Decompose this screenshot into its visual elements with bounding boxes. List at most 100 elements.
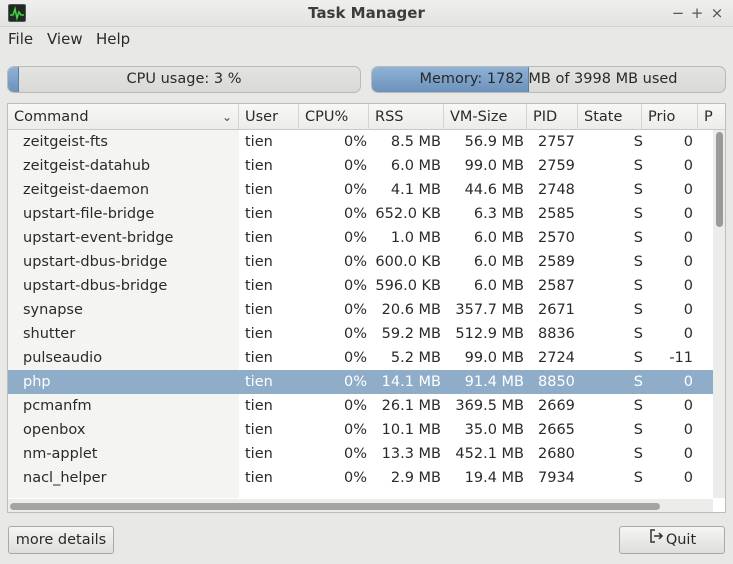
cell-cpu: 0%: [343, 470, 367, 486]
cell-rss: 1.0 MB: [390, 230, 441, 246]
cell-pid: 8836: [538, 326, 575, 342]
table-row[interactable]: pcmanfm tien 0% 26.1 MB 369.5 MB 2669 S 0: [8, 394, 713, 418]
minimize-button[interactable]: −: [668, 3, 688, 23]
cell-rss: 20.6 MB: [381, 302, 441, 318]
horizontal-scroll-thumb[interactable]: [10, 503, 660, 510]
cell-state: S: [633, 230, 643, 246]
cell-cpu: 0%: [343, 278, 367, 294]
quit-label: Quit: [665, 532, 697, 548]
cell-cpu: 0%: [343, 302, 367, 318]
cell-state: S: [633, 398, 643, 414]
cell-rss: 14.1 MB: [381, 374, 441, 390]
more-details-button[interactable]: more details: [8, 526, 114, 554]
cell-user: tien: [245, 206, 273, 222]
cell-command: shutter: [23, 326, 76, 342]
cell-vm: 91.4 MB: [464, 374, 524, 390]
sort-descending-icon: ⌄: [221, 110, 232, 124]
cell-command: nacl_helper: [23, 470, 107, 486]
table-row[interactable]: upstart-dbus-bridge tien 0% 596.0 KB 6.0 MB 2…: [8, 274, 713, 298]
cell-command: php: [23, 374, 51, 390]
cell-command: zeitgeist-datahub: [23, 158, 151, 174]
table-row[interactable]: upstart-event-bridge tien 0% 1.0 MB 6.0 MB 25…: [8, 226, 713, 250]
column-header-prio[interactable]: Prio: [642, 104, 698, 130]
cell-state: S: [633, 158, 643, 174]
cell-cpu: 0%: [343, 398, 367, 414]
cell-pid: 2570: [538, 230, 575, 246]
cell-user: tien: [245, 422, 273, 438]
column-header-vm-size[interactable]: VM-Size: [444, 104, 527, 130]
cell-state: S: [633, 134, 643, 150]
cell-prio: 0: [683, 470, 693, 486]
menu-file[interactable]: File: [8, 30, 33, 48]
column-header-rss[interactable]: RSS: [369, 104, 444, 130]
table-row-partial[interactable]: [8, 490, 713, 498]
cell-state: S: [633, 422, 643, 438]
column-header-cpu[interactable]: CPU%: [299, 104, 369, 130]
table-row[interactable]: nm-applet tien 0% 13.3 MB 452.1 MB 2680 S 0: [8, 442, 713, 466]
cell-vm: 452.1 MB: [455, 446, 524, 462]
cell-vm: 19.4 MB: [464, 470, 524, 486]
vertical-scrollbar[interactable]: [713, 130, 725, 498]
table-row[interactable]: nacl_helper tien 0% 2.9 MB 19.4 MB 7934 S 0: [8, 466, 713, 490]
cell-command: synapse: [23, 302, 83, 318]
cell-prio: 0: [683, 206, 693, 222]
table-row[interactable]: shutter tien 0% 59.2 MB 512.9 MB 8836 S 0: [8, 322, 713, 346]
column-header-command[interactable]: Command ⌄: [8, 104, 239, 130]
cell-cpu: 0%: [343, 134, 367, 150]
table-row[interactable]: synapse tien 0% 20.6 MB 357.7 MB 2671 S 0: [8, 298, 713, 322]
quit-icon: [648, 527, 664, 553]
column-header-truncated[interactable]: P: [698, 104, 713, 130]
column-header-state[interactable]: State: [578, 104, 642, 130]
cell-rss: 4.1 MB: [390, 182, 441, 198]
cell-rss: 2.9 MB: [390, 470, 441, 486]
column-header-label: Command: [14, 109, 89, 125]
cell-cpu: 0%: [343, 350, 367, 366]
cell-user: tien: [245, 254, 273, 270]
cell-user: tien: [245, 350, 273, 366]
cell-vm: 6.3 MB: [473, 206, 524, 222]
cell-rss: 596.0 KB: [375, 278, 441, 294]
cell-cpu: 0%: [343, 446, 367, 462]
menu-help[interactable]: Help: [96, 30, 130, 48]
close-button[interactable]: ×: [707, 3, 727, 23]
table-row[interactable]: zeitgeist-daemon tien 0% 4.1 MB 44.6 MB 2748 S…: [8, 178, 713, 202]
menu-bar: File View Help: [0, 27, 733, 51]
cell-user: tien: [245, 158, 273, 174]
vertical-scroll-thumb[interactable]: [716, 132, 723, 227]
cell-prio: 0: [683, 446, 693, 462]
table-row[interactable]: php tien 0% 14.1 MB 91.4 MB 8850 S 0: [8, 370, 713, 394]
cell-vm: 357.7 MB: [455, 302, 524, 318]
cell-vm: 6.0 MB: [473, 254, 524, 270]
cell-cpu: 0%: [343, 254, 367, 270]
cpu-usage-bar: CPU usage: 3 %: [7, 66, 361, 93]
cell-command: upstart-event-bridge: [23, 230, 174, 246]
cell-vm: 99.0 MB: [464, 158, 524, 174]
horizontal-scrollbar[interactable]: [8, 499, 713, 512]
maximize-button[interactable]: +: [687, 3, 707, 23]
cell-rss: 59.2 MB: [381, 326, 441, 342]
memory-usage-label: Memory: 1782 MB of 3998 MB used: [419, 71, 678, 87]
table-row[interactable]: pulseaudio tien 0% 5.2 MB 99.0 MB 2724 S -11: [8, 346, 713, 370]
cell-state: S: [633, 302, 643, 318]
cell-vm: 6.0 MB: [473, 230, 524, 246]
table-row[interactable]: upstart-file-bridge tien 0% 652.0 KB 6.3 MB 2…: [8, 202, 713, 226]
cell-command: upstart-file-bridge: [23, 206, 155, 222]
quit-button[interactable]: Quit: [619, 526, 725, 554]
cell-pid: 2665: [538, 422, 575, 438]
column-header-user[interactable]: User: [239, 104, 299, 130]
table-row[interactable]: upstart-dbus-bridge tien 0% 600.0 KB 6.0 MB 2…: [8, 250, 713, 274]
column-header-pid[interactable]: PID: [527, 104, 578, 130]
menu-view[interactable]: View: [47, 30, 83, 48]
cell-prio: 0: [683, 422, 693, 438]
cell-state: S: [633, 326, 643, 342]
title-bar: Task Manager − + ×: [0, 0, 733, 27]
table-row[interactable]: openbox tien 0% 10.1 MB 35.0 MB 2665 S 0: [8, 418, 713, 442]
cell-pid: 7934: [538, 470, 575, 486]
cell-rss: 5.2 MB: [390, 350, 441, 366]
cell-user: tien: [245, 134, 273, 150]
window-title: Task Manager: [308, 4, 425, 22]
cell-command: nm-applet: [23, 446, 98, 462]
cell-cpu: 0%: [343, 326, 367, 342]
table-row[interactable]: zeitgeist-datahub tien 0% 6.0 MB 99.0 MB 2759…: [8, 154, 713, 178]
table-row[interactable]: zeitgeist-fts tien 0% 8.5 MB 56.9 MB 2757 S 0: [8, 130, 713, 154]
